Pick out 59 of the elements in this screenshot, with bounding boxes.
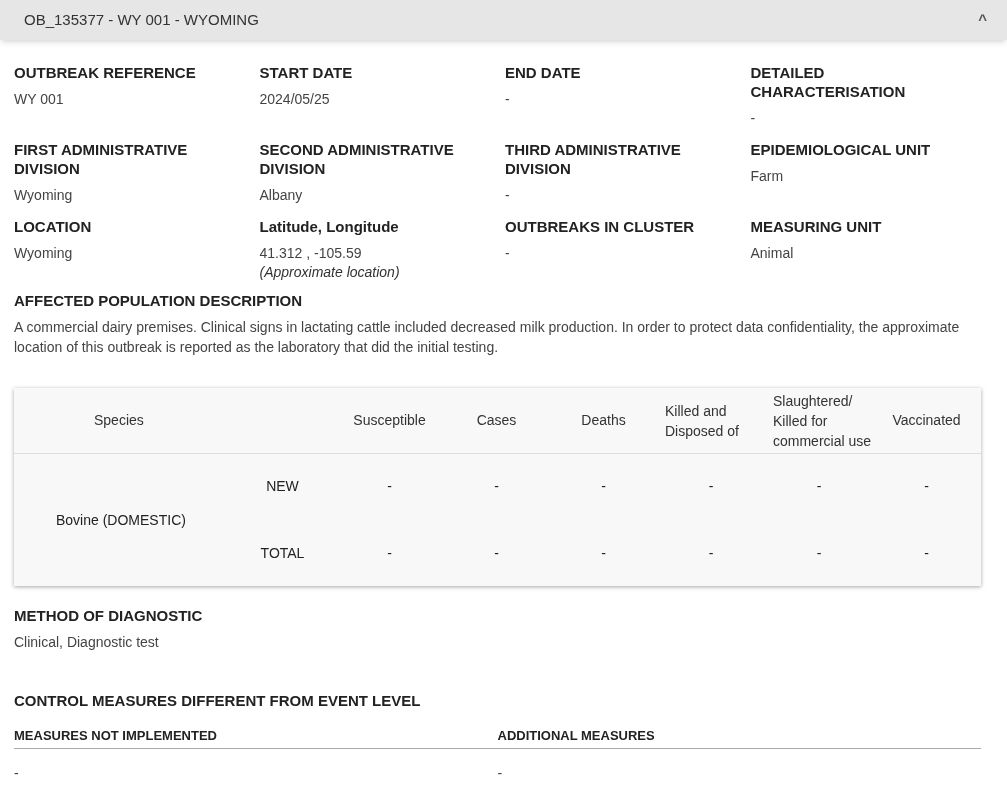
section-label: METHOD OF DIAGNOSTIC [14, 606, 204, 625]
field-value: WY 001 [14, 90, 65, 109]
column-header: Cases [475, 411, 518, 430]
field-value: - [14, 763, 20, 783]
field-label: DETAILED CHARACTERISATION [750, 63, 907, 101]
table-cell-text: - [923, 477, 930, 496]
column-header: Killed and Disposed of [664, 401, 740, 441]
field-label: Latitude, Longitude [259, 217, 400, 236]
field-label: SECOND ADMINISTRATIVE DIVISION [259, 140, 455, 178]
field-label: LOCATION [14, 217, 93, 236]
field-value: - [505, 244, 511, 263]
column-header: MEASURES NOT IMPLEMENTED [14, 727, 218, 745]
field-value: - [750, 109, 757, 128]
column-header: Slaughtered/ Killed for commercial use [772, 391, 873, 451]
field-value: Wyoming [14, 186, 74, 205]
panel-title: OB_135377 - WY 001 - WYOMING [24, 9, 259, 30]
table-cell-text: - [600, 477, 607, 496]
table-cell-text: - [600, 544, 607, 563]
column-header: Species [93, 411, 145, 430]
field-value: - [505, 90, 511, 109]
field-value: Albany [259, 186, 304, 205]
row-type: NEW [265, 477, 300, 496]
column-header: Vaccinated [891, 411, 962, 430]
table-cell-text: - [493, 477, 500, 496]
table-cell-text: - [815, 477, 823, 496]
table-cell-text: - [493, 544, 500, 563]
field-label: OUTBREAKS IN CLUSTER [505, 217, 696, 236]
panel-header[interactable]: OB_135377 - WY 001 - WYOMING ^ [0, 0, 1007, 40]
field-value: 2024/05/25 [259, 90, 331, 109]
description-text: A commercial dairy premises. Clinical signs in lactating cattle included decreased milk production. In order to protect data confidentiality, the approximate location of this outbreak is reported as the laboratory that did the initial testing. [14, 318, 961, 357]
table-cell-text: - [386, 477, 393, 496]
field-label: END DATE [505, 63, 582, 82]
field-value: Animal [750, 244, 795, 263]
column-header: ADDITIONAL MEASURES [497, 727, 656, 745]
field-value: Clinical, Diagnostic test [14, 633, 160, 652]
field-label: THIRD ADMINISTRATIVE DIVISION [505, 140, 682, 178]
section-label: AFFECTED POPULATION DESCRIPTION [14, 291, 304, 310]
table-cell-text: - [707, 477, 715, 496]
field-note: (Approximate location) [259, 263, 401, 281]
field-label: FIRST ADMINISTRATIVE DIVISION [14, 140, 189, 178]
column-header: Deaths [580, 411, 627, 430]
table-cell-text: - [386, 544, 393, 563]
field-value: 41.312 , -105.59 [259, 244, 363, 263]
field-value: Farm [750, 167, 785, 186]
field-label: OUTBREAK REFERENCE [14, 63, 197, 82]
row-type: TOTAL [259, 544, 306, 563]
field-value: - [505, 186, 511, 205]
field-value: Wyoming [14, 244, 74, 263]
table-cell-text: - [923, 544, 930, 563]
field-label: EPIDEMIOLOGICAL UNIT [750, 140, 932, 159]
field-value: - [497, 763, 504, 783]
collapse-toggle[interactable]: ^ [978, 8, 987, 32]
section-label: CONTROL MEASURES DIFFERENT FROM EVENT LEVEL [14, 691, 422, 710]
table-cell-text: - [815, 544, 823, 563]
table-cell-text: - [707, 544, 715, 563]
field-label: START DATE [259, 63, 354, 82]
species-cell-text: Bovine (DOMESTIC) [55, 510, 187, 530]
field-label: MEASURING UNIT [750, 217, 883, 236]
column-header: Susceptible [352, 411, 427, 430]
